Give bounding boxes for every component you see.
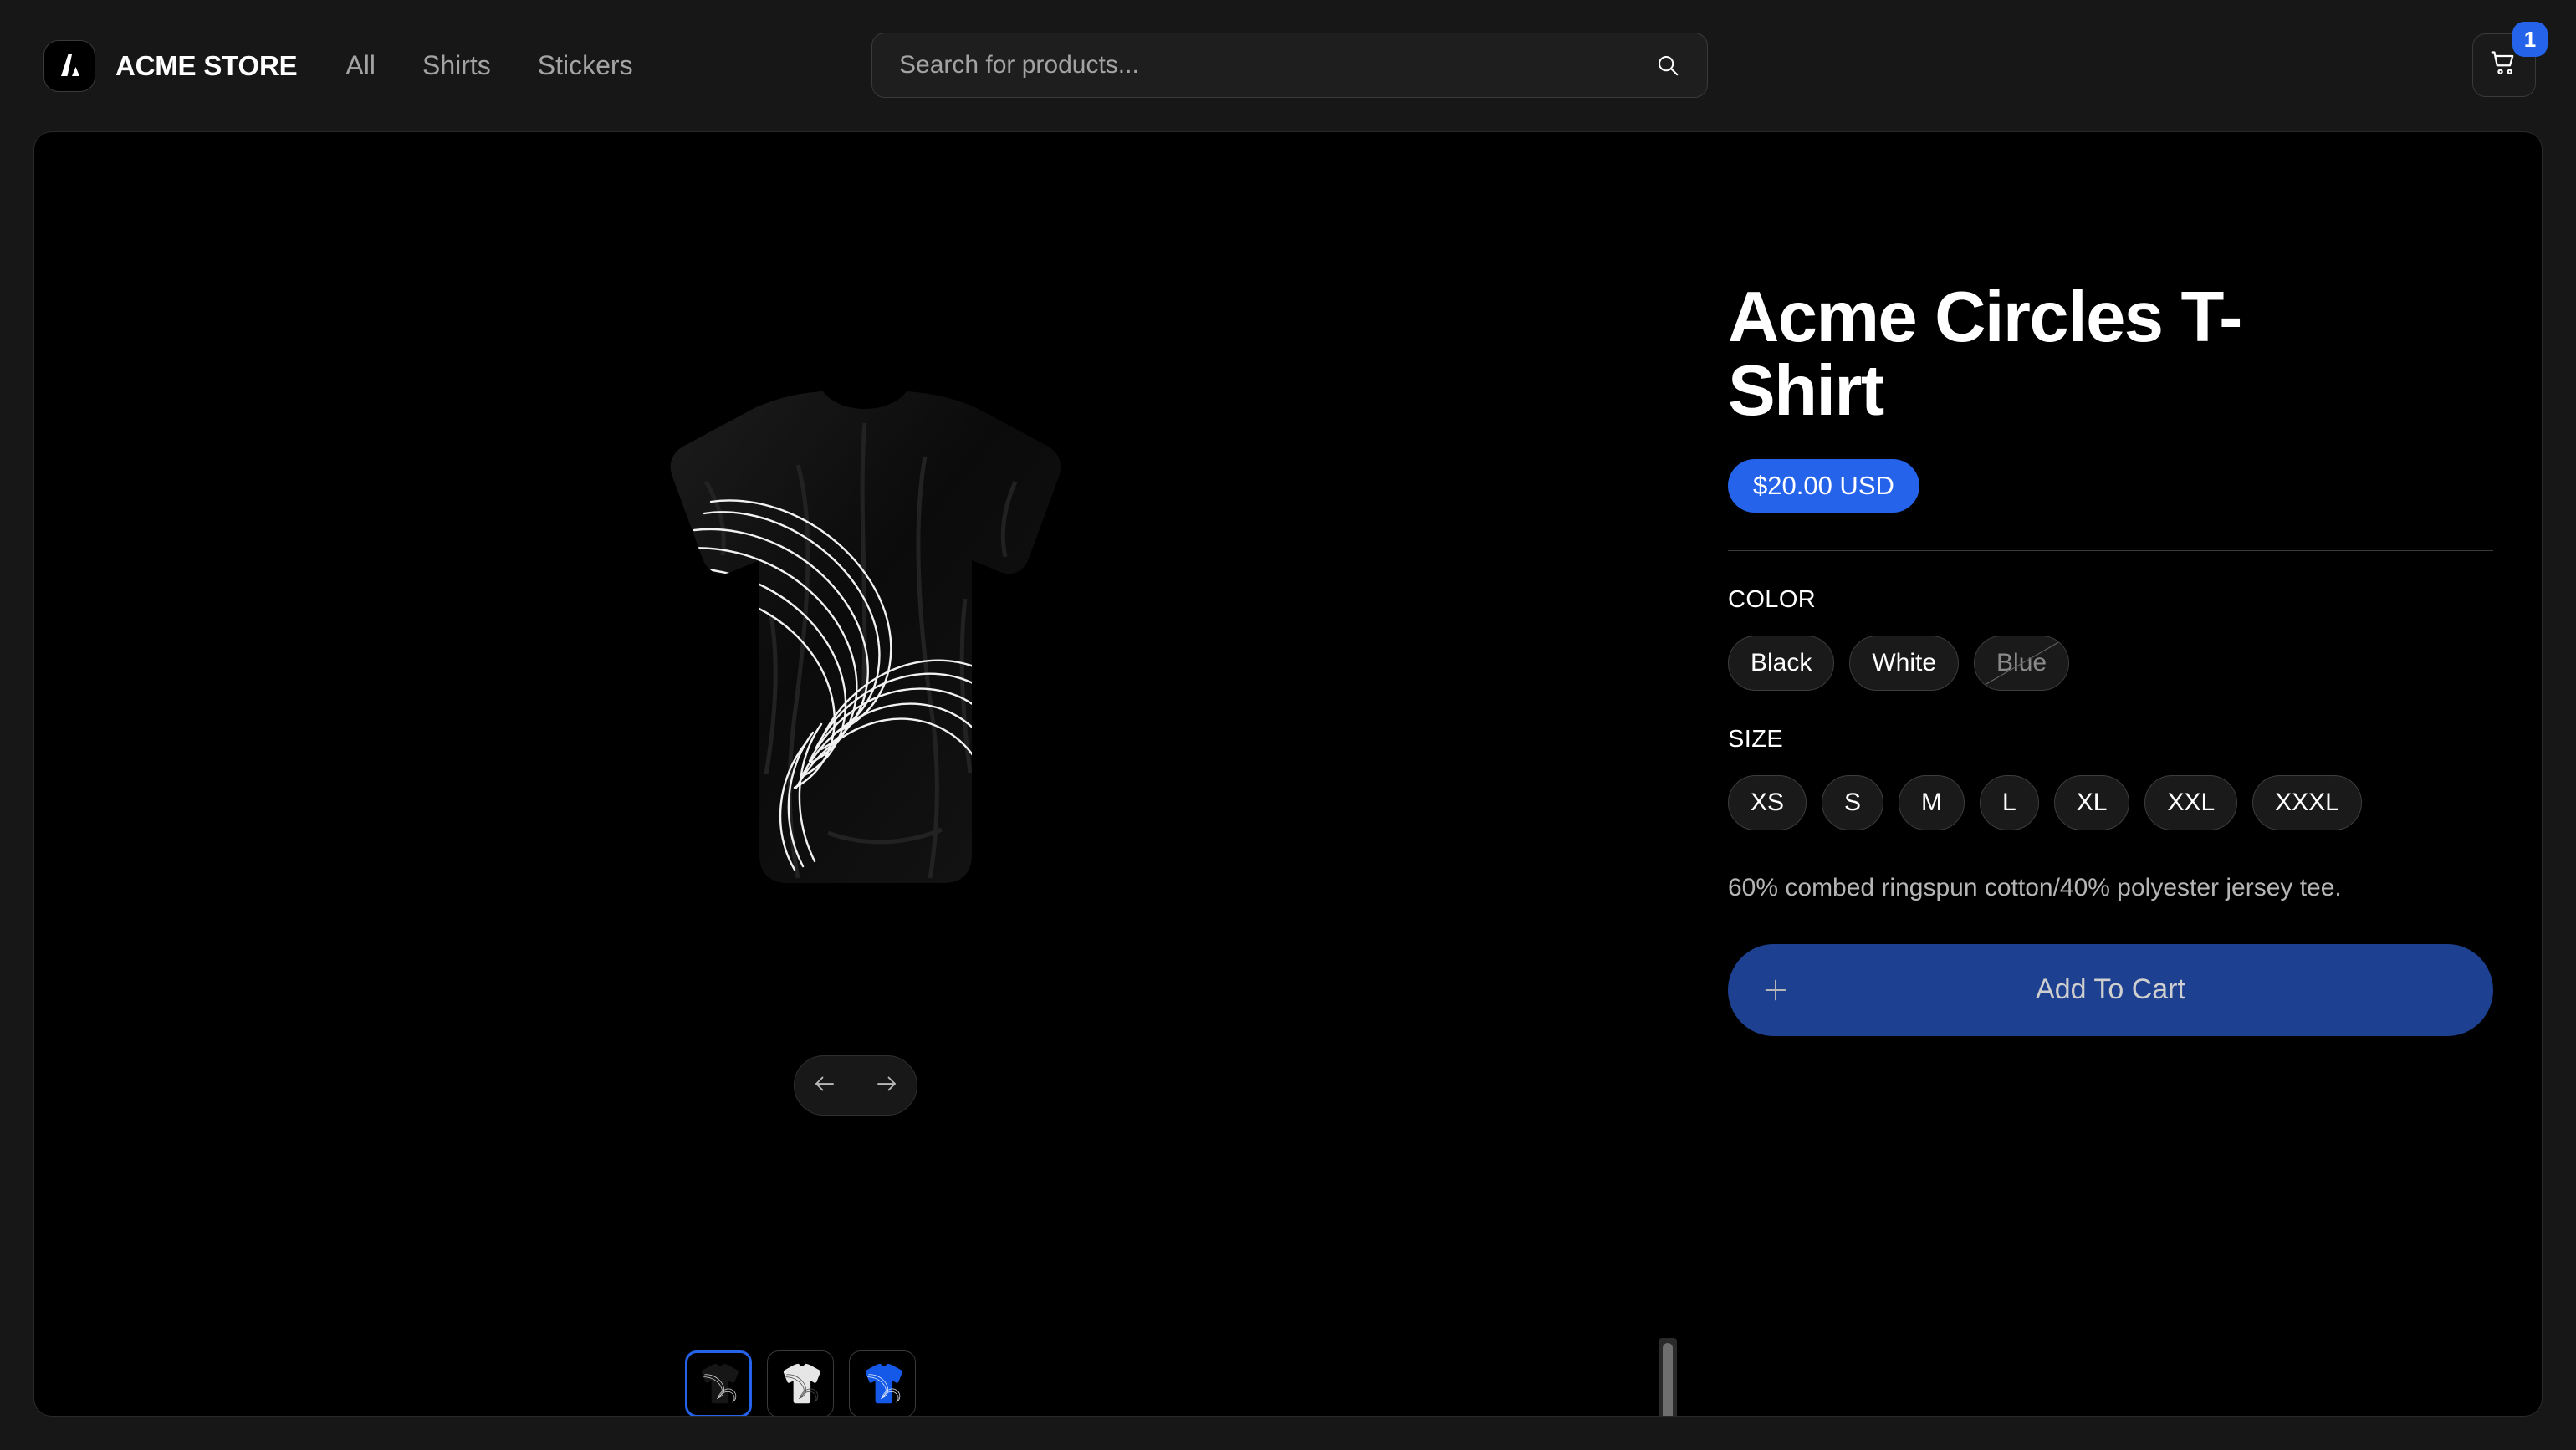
thumbnail-list [685, 1350, 916, 1416]
black-t-shirt-thumbnail[interactable] [685, 1350, 752, 1416]
color-option-black[interactable]: Black [1728, 635, 1835, 691]
nav-item-all[interactable]: All [345, 50, 376, 81]
arrow-left-icon [812, 1071, 837, 1100]
arrow-right-icon [874, 1071, 899, 1100]
color-option-list: Black White Blue [1728, 635, 2493, 691]
acme-a-logo-icon[interactable] [43, 39, 95, 92]
size-option-s[interactable]: S [1822, 774, 1884, 830]
size-option-l[interactable]: L [1980, 774, 2039, 830]
search-input[interactable] [899, 51, 1655, 79]
search-icon[interactable] [1655, 53, 1680, 78]
product-card: Acme Circles T-Shirt $20.00 USD COLOR Bl… [33, 131, 2543, 1417]
nav-item-shirts[interactable]: Shirts [422, 50, 491, 81]
site-header: ACME STORE All Shirts Stickers Search fo… [0, 0, 2576, 131]
thumb-shirt-glyph [701, 1363, 739, 1404]
brand[interactable]: ACME STORE [43, 39, 298, 92]
cart-container: 1 [2472, 22, 2548, 97]
nav-item-stickers[interactable]: Stickers [538, 50, 633, 81]
size-option-list: XS S M L XL XXL XXXL [1728, 774, 2493, 830]
details-divider [1728, 549, 2493, 551]
main-nav: All Shirts Stickers [345, 50, 632, 81]
search-form[interactable] [871, 33, 1708, 98]
add-to-cart-label: Add To Cart [2036, 973, 2185, 1006]
blue-t-shirt-thumbnail[interactable] [849, 1350, 916, 1416]
acme-a-logo-glyph [61, 54, 79, 76]
color-option-blue: Blue [1974, 635, 2070, 691]
product-details: Acme Circles T-Shirt $20.00 USD COLOR Bl… [1694, 132, 2542, 1416]
size-option-xs[interactable]: XS [1728, 774, 1807, 830]
color-option-label: COLOR [1728, 585, 1817, 613]
gallery-prev-button[interactable] [795, 1056, 856, 1115]
thumb-shirt-glyph [783, 1363, 820, 1404]
gallery-nav-controls [794, 1055, 917, 1116]
hero-image-container[interactable] [34, 132, 1694, 1165]
product-price-badge: $20.00 USD [1728, 458, 1919, 513]
size-option-m[interactable]: M [1899, 774, 1965, 830]
white-t-shirt-thumbnail[interactable] [767, 1350, 834, 1416]
size-option-xxxl[interactable]: XXXL [2252, 774, 2362, 830]
plus-icon [1761, 976, 1790, 1004]
size-option-xl[interactable]: XL [2053, 774, 2130, 830]
product-title: Acme Circles T-Shirt [1728, 278, 2242, 431]
size-option-xxl[interactable]: XXL [2144, 774, 2238, 830]
product-gallery [34, 132, 1694, 1416]
gallery-next-button[interactable] [856, 1056, 917, 1115]
search-container [871, 33, 1708, 98]
cart-item-count-badge: 1 [2512, 22, 2548, 57]
product-description: 60% combed ringspun cotton/40% polyester… [1728, 873, 2342, 901]
hero-product-image [547, 365, 1183, 933]
size-option-label: SIZE [1728, 725, 1784, 753]
gallery-scrollbar-thumb[interactable] [1663, 1343, 1673, 1416]
brand-name: ACME STORE [115, 49, 298, 81]
add-to-cart-button[interactable]: Add To Cart [1728, 943, 2493, 1036]
thumb-shirt-glyph [865, 1363, 902, 1404]
black-tshirt-artwork [670, 391, 1061, 883]
gallery-scrollbar[interactable] [1659, 1338, 1677, 1416]
color-option-white[interactable]: White [1849, 635, 1960, 691]
shopping-cart-icon [2489, 49, 2519, 83]
